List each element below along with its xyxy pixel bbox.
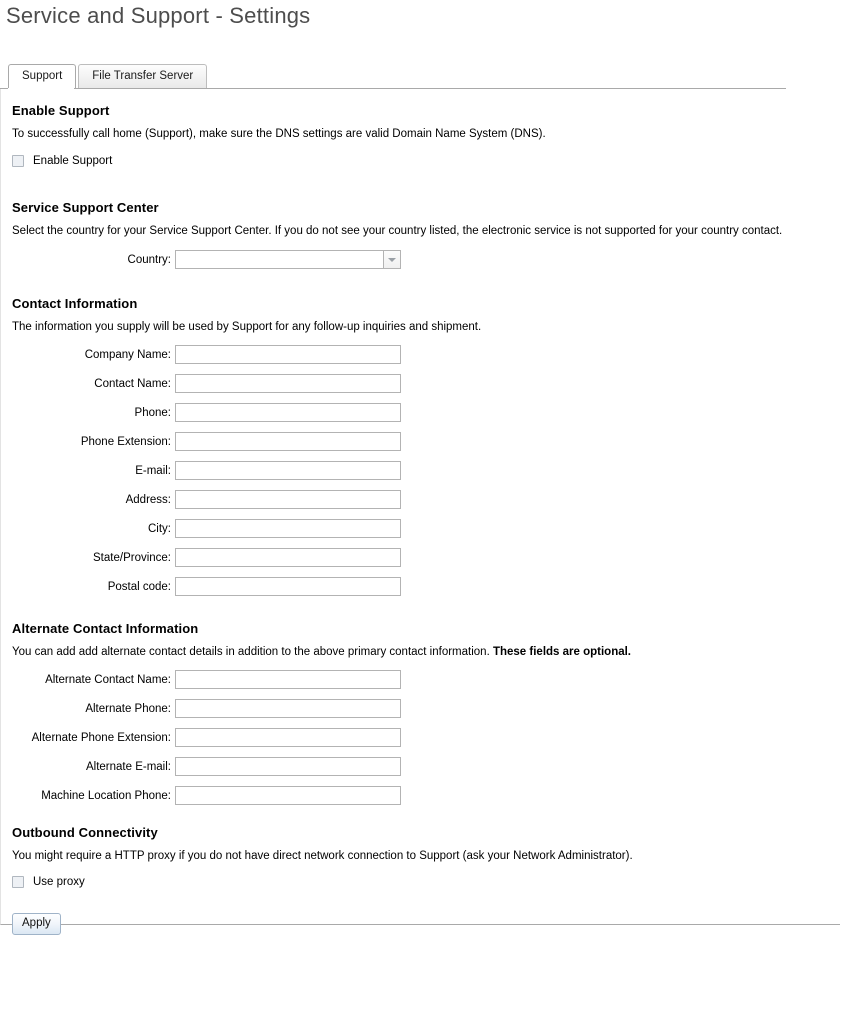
phone-extension-input[interactable]	[175, 432, 401, 451]
tab-bar: Support File Transfer Server	[0, 64, 786, 89]
phone-input[interactable]	[175, 403, 401, 422]
enable-support-checkbox-row[interactable]: Enable Support	[12, 153, 840, 169]
alt-desc-bold: These fields are optional.	[492, 646, 632, 658]
field-row-machine-location-phone: Machine Location Phone:	[12, 786, 840, 805]
alternate-phone-input[interactable]	[175, 699, 401, 718]
country-input[interactable]	[175, 250, 383, 269]
alternate-contact-name-input[interactable]	[175, 670, 401, 689]
field-row-phone: Phone:	[12, 403, 840, 422]
contact-name-input[interactable]	[175, 374, 401, 393]
field-row-city: City:	[12, 519, 840, 538]
tab-bar-underline	[0, 88, 786, 89]
tab-file-transfer-server[interactable]: File Transfer Server	[78, 64, 208, 88]
alternate-phone-extension-input[interactable]	[175, 728, 401, 747]
city-input[interactable]	[175, 519, 401, 538]
section-alternate-contact-information: Alternate Contact Information You can ad…	[12, 596, 840, 805]
alternate-phone-extension-label: Alternate Phone Extension:	[31, 731, 171, 744]
company-name-input[interactable]	[175, 345, 401, 364]
alternate-contact-information-description: You can add add alternate contact detail…	[12, 645, 840, 659]
service-support-center-description: Select the country for your Service Supp…	[12, 225, 783, 237]
alt-desc-normal: You can add add alternate contact detail…	[12, 646, 493, 658]
alternate-contact-name-label: Alternate Contact Name:	[45, 673, 171, 686]
state-province-label: State/Province:	[93, 551, 171, 564]
alternate-email-input[interactable]	[175, 757, 401, 776]
tab-support[interactable]: Support	[8, 64, 77, 88]
use-proxy-checkbox-row[interactable]: Use proxy	[12, 874, 840, 890]
apply-button[interactable]: Apply	[12, 913, 61, 935]
outbound-connectivity-heading: Outbound Connectivity	[12, 825, 158, 840]
postal-code-label: Postal code:	[107, 580, 171, 593]
phone-extension-label: Phone Extension:	[80, 435, 171, 448]
field-row-alternate-phone: Alternate Phone:	[12, 699, 840, 718]
action-bar: Apply	[12, 913, 840, 935]
company-name-label: Company Name:	[84, 348, 171, 361]
field-row-company-name: Company Name:	[12, 345, 840, 364]
field-row-alternate-contact-name: Alternate Contact Name:	[12, 670, 840, 689]
field-row-contact-name: Contact Name:	[12, 374, 840, 393]
country-label: Country:	[127, 253, 171, 266]
section-contact-information: Contact Information The information you …	[12, 269, 840, 596]
postal-code-input[interactable]	[175, 577, 401, 596]
enable-support-heading: Enable Support	[12, 103, 110, 118]
city-label: City:	[148, 522, 171, 535]
field-row-alternate-email: Alternate E-mail:	[12, 757, 840, 776]
alternate-contact-information-heading: Alternate Contact Information	[12, 621, 199, 636]
service-support-center-heading: Service Support Center	[12, 200, 159, 215]
country-dropdown-button[interactable]	[383, 250, 401, 269]
use-proxy-checkbox-label: Use proxy	[33, 876, 85, 888]
outbound-connectivity-description: You might require a HTTP proxy if you do…	[12, 850, 633, 862]
address-label: Address:	[125, 493, 171, 506]
section-service-support-center: Service Support Center Select the countr…	[12, 169, 840, 269]
contact-information-description: The information you supply will be used …	[12, 321, 482, 333]
alternate-phone-label: Alternate Phone:	[85, 702, 171, 715]
chevron-down-icon	[388, 257, 396, 262]
alternate-email-label: Alternate E-mail:	[85, 760, 171, 773]
use-proxy-checkbox[interactable]	[12, 876, 24, 888]
field-row-address: Address:	[12, 490, 840, 509]
field-row-phone-extension: Phone Extension:	[12, 432, 840, 451]
section-enable-support: Enable Support To successfully call home…	[12, 94, 840, 169]
country-select[interactable]	[175, 250, 401, 269]
state-province-input[interactable]	[175, 548, 401, 567]
enable-support-checkbox[interactable]	[12, 155, 24, 167]
page-title: Service and Support - Settings	[6, 3, 311, 28]
email-input[interactable]	[175, 461, 401, 480]
active-tab-underline-mask	[8, 88, 74, 89]
field-row-state-province: State/Province:	[12, 548, 840, 567]
section-outbound-connectivity: Outbound Connectivity You might require …	[12, 805, 840, 890]
machine-location-phone-label: Machine Location Phone:	[41, 789, 171, 802]
machine-location-phone-input[interactable]	[175, 786, 401, 805]
country-row: Country:	[12, 250, 840, 269]
enable-support-description: To successfully call home (Support), mak…	[12, 128, 546, 140]
field-row-email: E-mail:	[12, 461, 840, 480]
contact-information-heading: Contact Information	[12, 296, 138, 311]
address-input[interactable]	[175, 490, 401, 509]
field-row-alternate-phone-extension: Alternate Phone Extension:	[12, 728, 840, 747]
enable-support-checkbox-label: Enable Support	[33, 155, 113, 167]
field-row-postal-code: Postal code:	[12, 577, 840, 596]
phone-label: Phone:	[134, 406, 171, 419]
settings-panel: Enable Support To successfully call home…	[0, 89, 840, 935]
email-label: E-mail:	[135, 464, 171, 477]
contact-name-label: Contact Name:	[94, 377, 171, 390]
